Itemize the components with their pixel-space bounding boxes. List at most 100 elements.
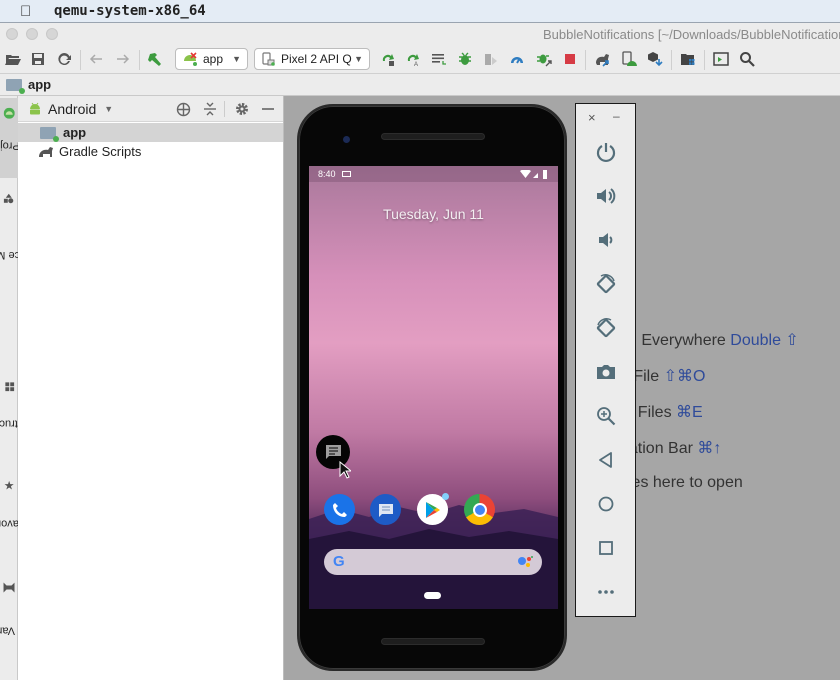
gradle-elephant-icon [39,146,53,157]
project-panel-header: Android ▼ [18,96,283,122]
stop-icon[interactable] [561,50,579,68]
tree-item-label: Gradle Scripts [59,144,142,159]
terminal-icon[interactable] [712,50,730,68]
home-button[interactable] [594,492,618,516]
project-view-select[interactable]: Android [48,101,96,117]
gear-icon[interactable] [234,101,250,117]
back-button[interactable] [594,448,618,472]
android-app-icon [184,52,197,66]
star-icon: ★ [3,478,15,493]
app-name[interactable]: qemu-system-x86_64 [54,3,206,19]
build-hammer-icon[interactable] [146,50,164,68]
search-icon[interactable] [738,50,756,68]
hint-text: files here to open [620,474,743,491]
device-select[interactable]: Pixel 2 API Q ▼ [254,48,370,70]
profile-icon[interactable] [508,50,526,68]
android-robot-icon [3,107,15,119]
emulator-screen[interactable]: 8:40 Tuesday, Jun 11 G [309,166,558,609]
main-toolbar: app ▼ Pixel 2 API Q ▼ A [0,45,840,74]
tree-item-app[interactable]: app [18,123,283,142]
dock-app-chrome[interactable] [464,494,495,525]
lockscreen-date[interactable]: Tuesday, Jun 11 [309,206,558,222]
rotate-left-icon [596,274,616,294]
screenshot-button[interactable] [594,360,618,384]
overview-square-icon [599,541,613,555]
back-icon[interactable] [87,50,105,68]
overview-button[interactable] [594,536,618,560]
apple-icon[interactable]:  [20,3,40,20]
back-triangle-icon [599,452,612,468]
project-panel: Android ▼ app Gradle Scripts [18,96,284,680]
minimize-window-button[interactable] [26,28,38,40]
project-structure-icon[interactable] [679,50,697,68]
apply-code-changes-icon[interactable]: A [404,50,422,68]
more-dots-icon [598,590,614,594]
hint-search-everywhere: ch Everywhere Double ⇧ [620,330,799,350]
apply-changes-icon[interactable] [379,50,397,68]
close-window-button[interactable] [6,28,18,40]
save-icon[interactable] [29,50,47,68]
hide-panel-icon[interactable] [260,101,276,117]
zoom-window-button[interactable] [46,28,58,40]
module-folder-icon [6,78,25,94]
tab-favorites[interactable]: 2: Favorites★ [0,472,38,560]
forward-icon[interactable] [114,50,132,68]
top-speaker [381,133,485,140]
google-search-bar[interactable]: G [324,549,542,575]
breadcrumb[interactable]: app [28,77,51,92]
rotate-right-icon [596,318,616,338]
collapse-all-icon[interactable] [202,101,218,117]
build-variants-icon [3,582,15,593]
dock-app-messages[interactable] [370,494,401,525]
status-icons [520,169,547,179]
run-config-select[interactable]: app ▼ [175,48,248,70]
run-config-label: app [203,52,224,66]
tab-build-variants[interactable]: Build Variants [0,574,43,672]
home-gesture-pill[interactable] [424,592,441,599]
sync-icon[interactable] [55,50,73,68]
more-button[interactable] [594,580,618,604]
google-assistant-icon [518,556,533,567]
android-icon [30,102,40,114]
sdk-manager-icon[interactable] [646,50,664,68]
dock-app-phone[interactable] [324,494,355,525]
close-emulator-button[interactable]: × [588,110,596,125]
attach-debugger-icon[interactable] [535,50,553,68]
volume-down-icon [599,233,613,247]
tab-structure[interactable]: Z: Structure [0,374,38,459]
minimize-emulator-button[interactable]: – [613,109,620,123]
power-icon [596,143,616,163]
chevron-down-icon[interactable]: ▼ [104,104,113,114]
google-g-icon: G [333,553,345,570]
dock-app-play-store[interactable] [417,493,449,525]
logcat-icon[interactable] [430,50,448,68]
zoom-in-icon [597,407,616,426]
open-folder-icon[interactable] [4,50,22,68]
zoom-button[interactable] [594,404,618,428]
locate-icon[interactable] [175,101,191,117]
tree-item-gradle-scripts[interactable]: Gradle Scripts [18,142,283,161]
android-status-bar: 8:40 [309,166,558,182]
volume-down-button[interactable] [594,228,618,252]
volume-up-button[interactable] [594,184,618,208]
volume-up-icon [597,188,616,204]
rotate-right-button[interactable] [594,316,618,340]
power-button[interactable] [594,140,618,164]
play-store-icon [425,501,440,518]
notification-dot [442,493,449,500]
window-titlebar: BubbleNotifications [~/Downloads/BubbleN… [0,22,840,45]
home-circle-icon [598,496,614,512]
tab-project[interactable]: 1: Project [0,98,32,178]
tab-resource-manager[interactable]: Resource Manager [0,188,56,308]
gradle-sync-icon[interactable] [594,50,612,68]
attach-profiler-icon[interactable] [482,50,500,68]
structure-icon [4,381,14,391]
hint-drop-files: files here to open [620,474,743,492]
avd-manager-icon[interactable] [620,50,638,68]
rotate-left-button[interactable] [594,272,618,296]
hint-shortcut: Double ⇧ [730,332,799,349]
message-icon [325,445,341,459]
debug-icon[interactable] [456,50,474,68]
tree-item-label: app [63,125,87,140]
chevron-down-icon: ▼ [354,54,363,64]
